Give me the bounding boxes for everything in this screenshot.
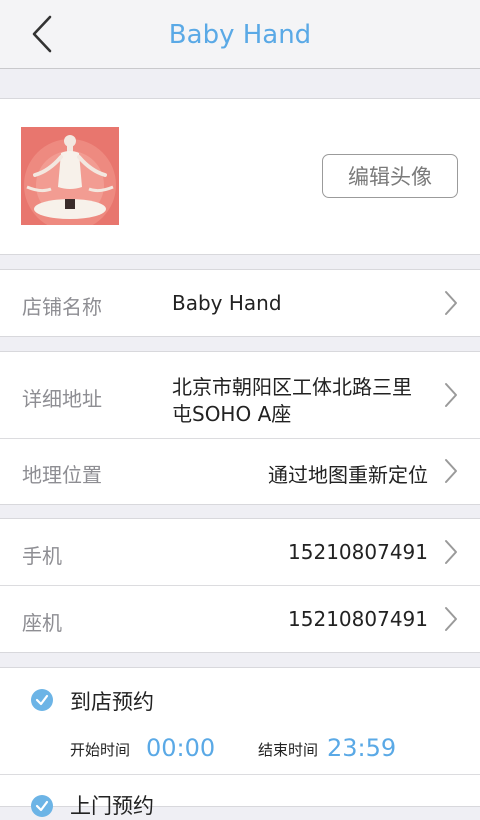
- page-title: Baby Hand: [168, 19, 312, 50]
- end-time-label: 结束时间: [258, 741, 319, 759]
- home-checkbox[interactable]: [31, 795, 53, 817]
- edit-avatar-button[interactable]: 编辑头像: [322, 154, 458, 198]
- chevron-right-icon: [445, 459, 457, 483]
- instore-checkbox[interactable]: [31, 689, 53, 711]
- shop-name-value: Baby Hand: [172, 291, 282, 315]
- shop-name-label: 店铺名称: [22, 295, 102, 319]
- start-time-label: 开始时间: [70, 741, 131, 759]
- address-line-1: 北京市朝阳区工体北路三里: [172, 375, 412, 399]
- end-time-value[interactable]: 23:59: [327, 734, 396, 762]
- row-divider: [0, 774, 480, 775]
- chevron-right-icon: [445, 607, 457, 631]
- check-icon: [35, 800, 49, 812]
- address-label: 详细地址: [22, 387, 102, 411]
- chevron-right-icon: [445, 383, 457, 407]
- yoga-avatar-image: [21, 127, 119, 225]
- shop-name-section: 店铺名称 Baby Hand: [0, 269, 480, 337]
- landline-label: 座机: [22, 611, 62, 635]
- mobile-row[interactable]: 手机 15210807491: [0, 519, 480, 585]
- address-section: 详细地址 北京市朝阳区工体北路三里 屯SOHO A座 地理位置 通过地图重新定位: [0, 351, 480, 505]
- address-line-2: 屯SOHO A座: [172, 402, 292, 426]
- nav-bar: Baby Hand: [0, 0, 480, 69]
- location-row[interactable]: 地理位置 通过地图重新定位: [0, 439, 480, 505]
- shop-name-row[interactable]: 店铺名称 Baby Hand: [0, 270, 480, 336]
- address-row[interactable]: 详细地址 北京市朝阳区工体北路三里 屯SOHO A座: [0, 352, 480, 438]
- instore-booking-label: 到店预约: [70, 690, 154, 714]
- avatar[interactable]: [21, 127, 119, 225]
- location-label: 地理位置: [22, 463, 102, 487]
- landline-value: 15210807491: [288, 607, 428, 631]
- location-value: 通过地图重新定位: [268, 463, 428, 487]
- home-booking-label: 上门预约: [70, 794, 154, 818]
- landline-row[interactable]: 座机 15210807491: [0, 586, 480, 652]
- avatar-section: 编辑头像: [0, 98, 480, 255]
- chevron-right-icon: [445, 540, 457, 564]
- mobile-value: 15210807491: [288, 540, 428, 564]
- start-time-value[interactable]: 00:00: [146, 734, 215, 762]
- check-icon: [35, 694, 49, 706]
- booking-section: 到店预约 开始时间 00:00 结束时间 23:59 上门预约: [0, 667, 480, 818]
- mobile-label: 手机: [22, 544, 62, 568]
- contact-section: 手机 15210807491 座机 15210807491: [0, 518, 480, 653]
- chevron-right-icon: [445, 291, 457, 315]
